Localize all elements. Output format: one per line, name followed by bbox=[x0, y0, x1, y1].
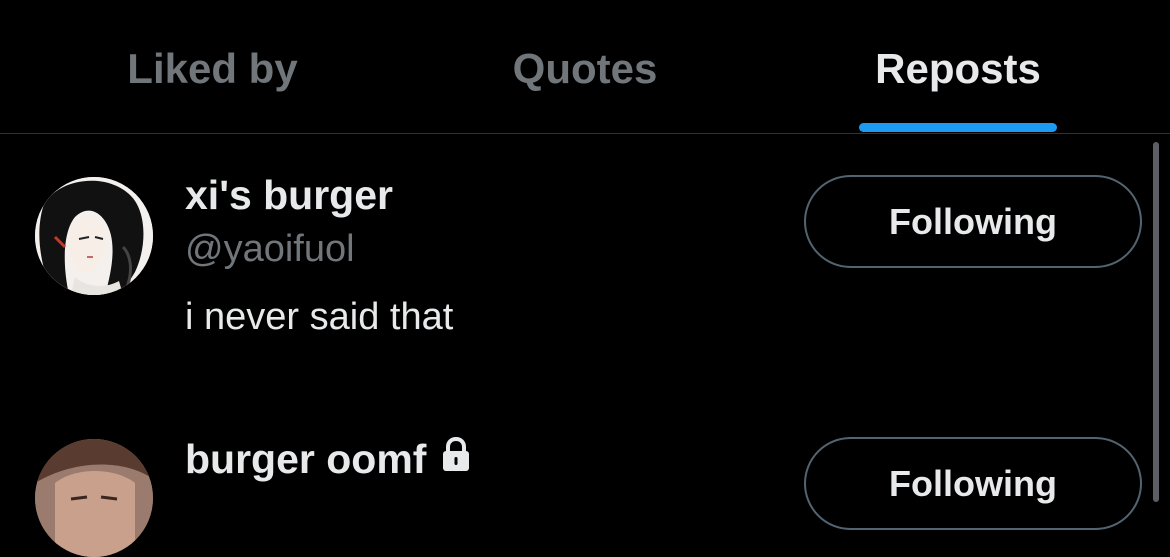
display-name[interactable]: burger oomf bbox=[185, 436, 472, 483]
active-tab-indicator bbox=[859, 123, 1057, 132]
tab-label: Reposts bbox=[875, 44, 1041, 92]
lock-icon bbox=[440, 436, 472, 483]
avatar[interactable] bbox=[35, 177, 153, 295]
avatar-image bbox=[35, 439, 153, 557]
tab-reposts[interactable]: Reposts bbox=[772, 0, 1144, 133]
user-handle[interactable]: @yaoifuol bbox=[185, 228, 355, 271]
display-name[interactable]: xi's burger bbox=[185, 172, 393, 219]
display-name-text: xi's burger bbox=[185, 172, 393, 218]
tab-bar: Liked by Quotes Reposts bbox=[0, 0, 1170, 134]
following-button[interactable]: Following bbox=[804, 175, 1142, 268]
scrollbar[interactable] bbox=[1153, 142, 1159, 502]
avatar-image bbox=[35, 177, 153, 295]
following-button[interactable]: Following bbox=[804, 437, 1142, 530]
tab-label: Quotes bbox=[512, 44, 658, 92]
user-row[interactable]: xi's burger @yaoifuol i never said that … bbox=[0, 133, 1150, 433]
following-button-label: Following bbox=[889, 462, 1057, 504]
user-bio: i never said that bbox=[185, 296, 454, 338]
tab-liked-by[interactable]: Liked by bbox=[0, 0, 425, 133]
following-button-label: Following bbox=[889, 200, 1057, 242]
display-name-text: burger oomf bbox=[185, 436, 427, 482]
tab-quotes[interactable]: Quotes bbox=[398, 0, 772, 133]
avatar[interactable] bbox=[35, 439, 153, 557]
tab-label: Liked by bbox=[127, 44, 298, 92]
user-row[interactable]: burger oomf Following bbox=[0, 433, 1150, 557]
